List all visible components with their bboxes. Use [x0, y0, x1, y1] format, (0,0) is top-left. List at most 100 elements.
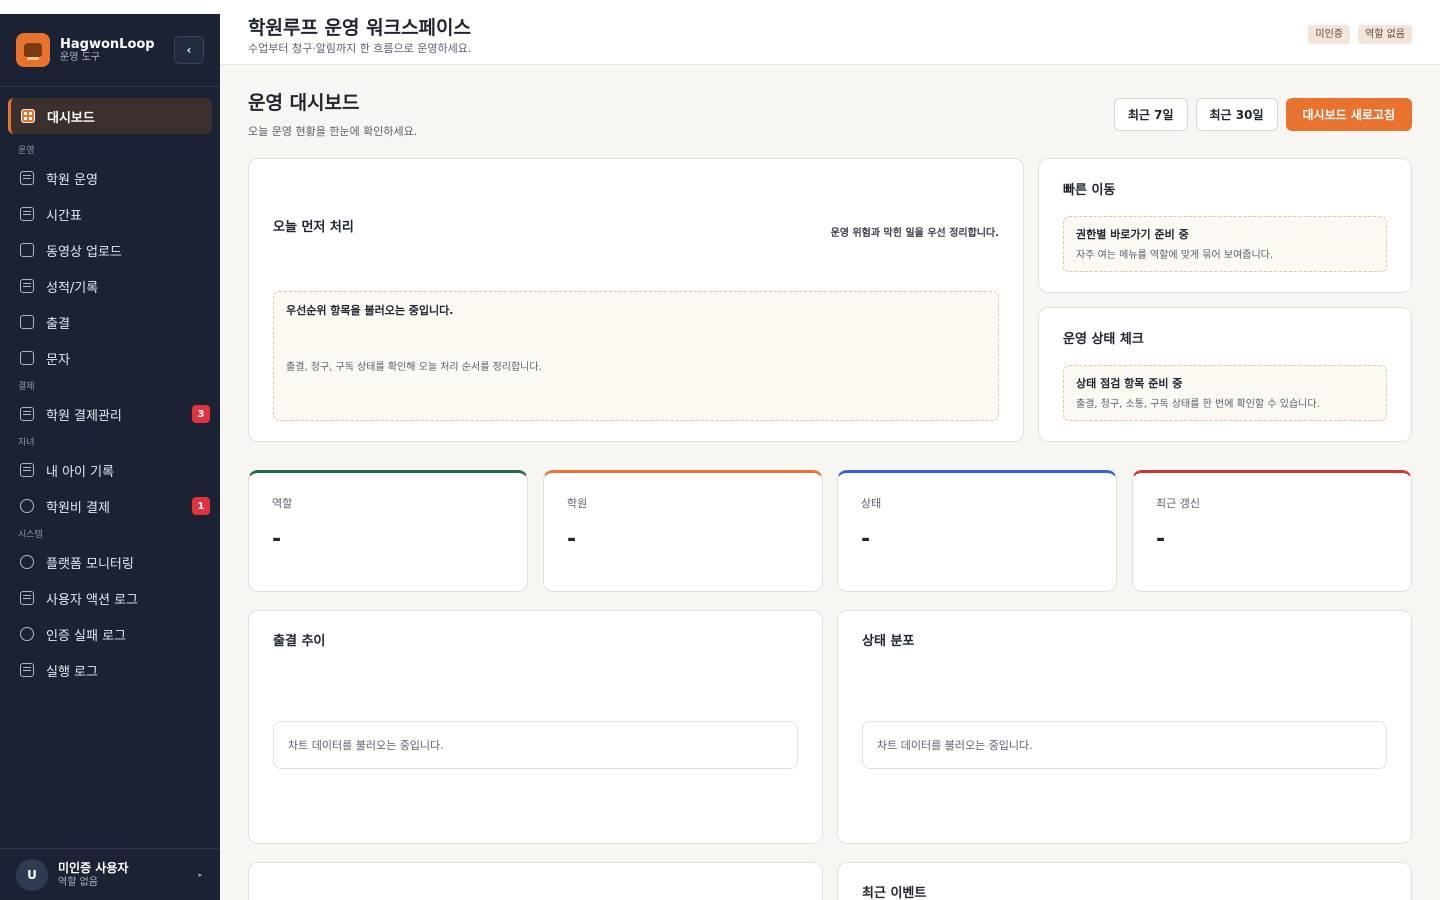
sidebar-item-label: 학원비 결제: [46, 500, 110, 516]
chevron-left-icon: ‹: [186, 43, 192, 57]
nav-section-system: 시스템: [18, 530, 43, 540]
sidebar-item-exec-log[interactable]: 실행 로그: [8, 652, 212, 688]
today-priority-card: 오늘 먼저 처리 운영 위험과 막힌 일을 우선 정리합니다. 우선순위 항목을…: [248, 158, 1024, 442]
sidebar-item-label: 플랫폼 모니터링: [46, 556, 134, 572]
user-role: 역할 없음: [58, 876, 98, 888]
card-title: 운영 상태 체크: [1063, 332, 1144, 347]
kpi-value: -: [567, 527, 577, 552]
kpi-label: 역할: [272, 497, 293, 510]
file-icon: [20, 663, 34, 677]
box-title: 권한별 바로가기 준비 중: [1076, 228, 1189, 241]
sidebar-item-label: 시간표: [46, 208, 82, 224]
sidebar-item-academy-ops[interactable]: 학원 운영: [8, 160, 212, 196]
sidebar-item-label: 사용자 액션 로그: [46, 592, 138, 608]
range-7d-button[interactable]: 최근 7일: [1113, 98, 1188, 131]
role-badge: 역할 없음: [1358, 25, 1412, 44]
card-note: 운영 위험과 막힌 일을 우선 정리합니다.: [830, 228, 999, 239]
credit-card-icon: [20, 407, 34, 421]
sidebar-top-strip: [0, 0, 220, 14]
auth-status-badge: 미인증: [1308, 25, 1351, 44]
sidebar-item-dashboard[interactable]: 대시보드: [8, 98, 212, 134]
box-title: 우선순위 항목을 불러오는 중입니다.: [286, 304, 454, 317]
sidebar-item-label: 문자: [46, 352, 70, 368]
attendance-trend-card: 출결 추이 차트 데이터를 불러오는 중입니다.: [248, 610, 823, 844]
sidebar: HagwonLoop 운영 도구 ‹ 대시보드 운영 학원 운영 시간표 동영상…: [0, 0, 220, 900]
sidebar-item-platform-monitoring[interactable]: 플랫폼 모니터링: [8, 544, 212, 580]
sidebar-item-sms[interactable]: 문자: [8, 340, 212, 376]
sidebar-item-auth-fail-log[interactable]: 인증 실패 로그: [8, 616, 212, 652]
clipboard-icon: [20, 279, 34, 293]
sidebar-item-label: 학원 결제관리: [46, 408, 122, 424]
sidebar-item-video-upload[interactable]: 동영상 업로드: [8, 232, 212, 268]
alert-icon: [20, 627, 34, 641]
kpi-card-last-updated: 최근 갱신 -: [1132, 470, 1412, 592]
avatar: U: [16, 858, 48, 891]
sidebar-item-label: 성적/기록: [46, 280, 99, 296]
top-header: 학원루프 운영 워크스페이스 수업부터 청구·알림까지 한 흐름으로 운영하세요…: [220, 0, 1440, 65]
kpi-value: -: [1156, 527, 1166, 552]
count-badge: 3: [192, 405, 210, 423]
sidebar-item-tuition-payment[interactable]: 학원비 결제 1: [8, 488, 212, 524]
card-title: 오늘 먼저 처리: [273, 220, 354, 235]
page-subtitle: 오늘 운영 현황을 한눈에 확인하세요.: [248, 125, 418, 138]
nav-section-child: 자녀: [18, 438, 35, 448]
kpi-card-role: 역할 -: [248, 470, 528, 592]
calendar-check-icon: [20, 315, 34, 329]
kpi-value: -: [861, 527, 871, 552]
card-title: 상태 분포: [862, 634, 915, 649]
bottom-left-card: [248, 862, 823, 900]
sidebar-nav: 대시보드 운영 학원 운영 시간표 동영상 업로드 성적/기록 출결 문자 결제: [8, 98, 212, 688]
file-icon: [20, 591, 34, 605]
sidebar-item-label: 실행 로그: [46, 664, 98, 680]
priority-loading-box: 우선순위 항목을 불러오는 중입니다. 출결, 청구, 구독 상태를 확인해 오…: [273, 291, 999, 421]
brand-text: HagwonLoop 운영 도구: [60, 37, 155, 64]
workspace-title: 학원루프 운영 워크스페이스: [248, 17, 471, 39]
brand-name: HagwonLoop: [60, 36, 155, 52]
workspace-subtitle: 수업부터 청구·알림까지 한 흐름으로 운영하세요.: [248, 42, 472, 55]
user-name: 미인증 사용자: [58, 860, 129, 875]
calendar-icon: [20, 463, 34, 477]
chart-loading-box: 차트 데이터를 불러오는 중입니다.: [273, 721, 798, 769]
box-description: 출결, 청구, 소통, 구독 상태를 한 번에 확인할 수 있습니다.: [1076, 399, 1320, 410]
brand-subtitle: 운영 도구: [60, 51, 100, 63]
user-info: 미인증 사용자 역할 없음: [58, 861, 128, 889]
nav-section-payment: 결제: [18, 382, 35, 392]
header-badges: 미인증 역할 없음: [1308, 25, 1412, 44]
sidebar-item-label: 인증 실패 로그: [46, 628, 127, 644]
card-title: 출결 추이: [273, 634, 326, 649]
refresh-dashboard-button[interactable]: 대시보드 새로고침: [1285, 98, 1412, 131]
sidebar-collapse-button[interactable]: ‹: [174, 36, 204, 64]
sidebar-item-child-record[interactable]: 내 아이 기록: [8, 452, 212, 488]
kpi-label: 상태: [861, 497, 882, 510]
box-description: 출결, 청구, 구독 상태를 확인해 오늘 처리 순서를 정리합니다.: [286, 362, 542, 373]
sidebar-item-label: 학원 운영: [46, 172, 98, 188]
status-check-card: 운영 상태 체크 상태 점검 항목 준비 중 출결, 청구, 소통, 구독 상태…: [1038, 307, 1412, 442]
page-actions: 최근 7일 최근 30일 대시보드 새로고침: [1113, 98, 1412, 131]
sidebar-item-timetable[interactable]: 시간표: [8, 196, 212, 232]
dashboard-icon: [21, 109, 35, 123]
mail-icon: [20, 351, 34, 365]
sidebar-item-label: 동영상 업로드: [46, 244, 122, 260]
sidebar-item-grades[interactable]: 성적/기록: [8, 268, 212, 304]
status-check-loading-box: 상태 점검 항목 준비 중 출결, 청구, 소통, 구독 상태를 한 번에 확인…: [1063, 365, 1387, 421]
video-icon: [20, 243, 34, 257]
sidebar-item-label: 대시보드: [47, 110, 95, 126]
kpi-label: 학원: [567, 497, 588, 510]
quick-links-loading-box: 권한별 바로가기 준비 중 자주 여는 메뉴를 역할에 맞게 묶어 보여줍니다.: [1063, 216, 1387, 272]
users-icon: [20, 499, 34, 513]
building-icon: [20, 171, 34, 185]
kpi-label: 최근 갱신: [1156, 497, 1200, 510]
kpi-card-status: 상태 -: [837, 470, 1117, 592]
user-menu[interactable]: U 미인증 사용자 역할 없음 ▸: [0, 848, 220, 900]
sidebar-item-user-action-log[interactable]: 사용자 액션 로그: [8, 580, 212, 616]
sidebar-item-attendance[interactable]: 출결: [8, 304, 212, 340]
recent-events-card: 최근 이벤트: [837, 862, 1412, 900]
kpi-value: -: [272, 527, 282, 552]
range-30d-button[interactable]: 최근 30일: [1195, 98, 1278, 131]
calendar-icon: [20, 207, 34, 221]
kpi-card-academy: 학원 -: [543, 470, 823, 592]
sun-icon: [20, 555, 34, 569]
chart-loading-box: 차트 데이터를 불러오는 중입니다.: [862, 721, 1387, 769]
card-title: 최근 이벤트: [862, 886, 927, 900]
sidebar-item-payment-management[interactable]: 학원 결제관리 3: [8, 396, 212, 432]
